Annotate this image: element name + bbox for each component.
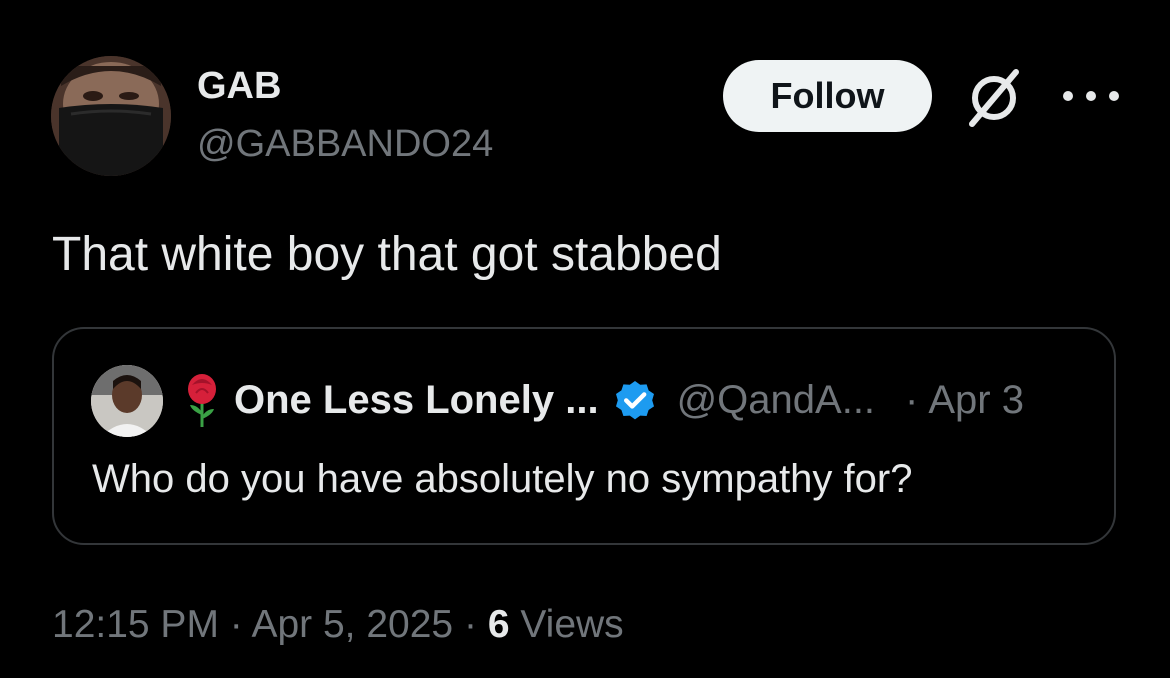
quoted-display-name[interactable]: One Less Lonely ... bbox=[234, 378, 599, 423]
quoted-header: One Less Lonely ... @QandA... · Apr 3 bbox=[184, 371, 1024, 429]
grok-icon[interactable] bbox=[962, 66, 1026, 130]
tweet-date[interactable]: Apr 5, 2025 bbox=[251, 603, 453, 646]
separator-dot: · bbox=[905, 377, 919, 422]
quoted-text: Who do you have absolutely no sympathy f… bbox=[92, 457, 913, 501]
quoted-tweet-card[interactable]: One Less Lonely ... @QandA... · Apr 3 Wh… bbox=[52, 327, 1116, 545]
tweet-metadata: 12:15 PM · Apr 5, 2025 · 6 Views bbox=[52, 600, 624, 650]
author-display-name[interactable]: GAB bbox=[197, 63, 281, 109]
follow-button[interactable]: Follow bbox=[723, 60, 932, 132]
rose-icon bbox=[188, 374, 216, 427]
views-label[interactable]: Views bbox=[520, 603, 623, 646]
author-handle[interactable]: @GABBANDO24 bbox=[197, 121, 493, 167]
tweet-text: That white boy that got stabbed bbox=[52, 228, 722, 281]
more-options-icon[interactable] bbox=[1063, 80, 1119, 112]
quoted-date[interactable]: Apr 3 bbox=[928, 378, 1024, 423]
views-count[interactable]: 6 bbox=[488, 603, 510, 646]
quoted-handle[interactable]: @QandA... bbox=[677, 378, 875, 423]
separator-dot: · bbox=[229, 603, 243, 646]
separator-dot: · bbox=[463, 603, 477, 646]
author-avatar[interactable] bbox=[51, 56, 171, 176]
dot bbox=[1063, 91, 1073, 101]
tweet-time[interactable]: 12:15 PM bbox=[52, 603, 219, 646]
quoted-author-avatar[interactable] bbox=[91, 365, 163, 437]
dot bbox=[1086, 91, 1096, 101]
verified-badge-icon bbox=[615, 381, 654, 420]
dot bbox=[1109, 91, 1119, 101]
